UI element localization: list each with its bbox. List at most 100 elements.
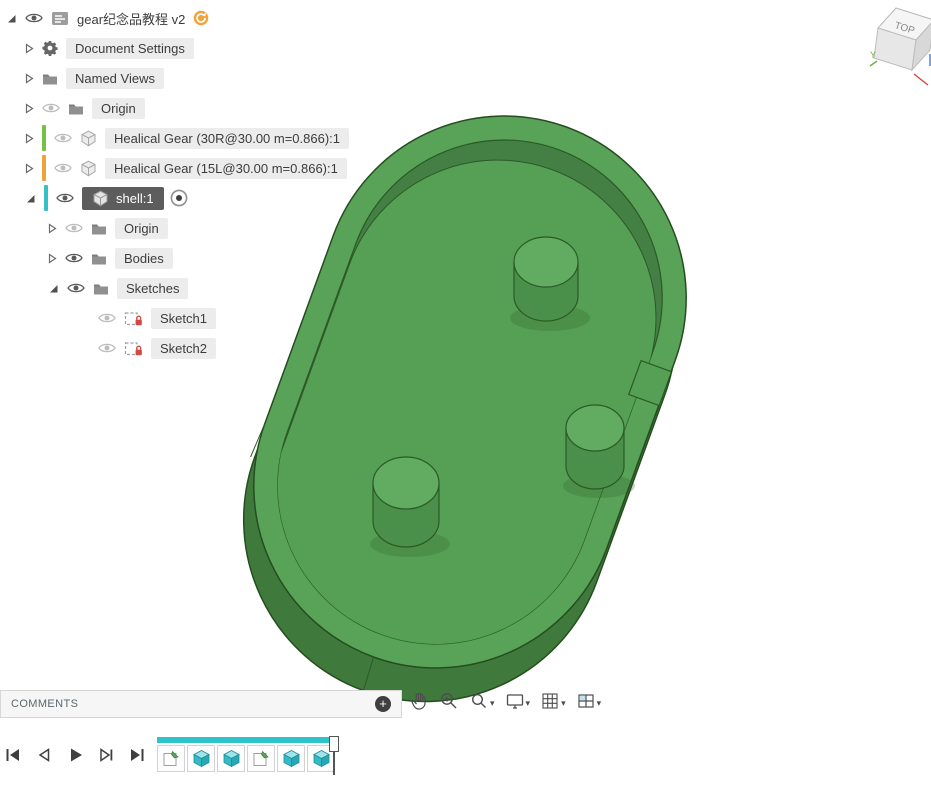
gear-icon	[42, 40, 58, 56]
eye-off-icon[interactable]	[42, 102, 60, 114]
timeline-feature-strip	[157, 745, 337, 772]
zoom-fit-icon	[469, 691, 489, 716]
timeline-playhead-handle[interactable]	[329, 736, 339, 752]
component-color-bar	[44, 185, 48, 211]
eye-off-icon[interactable]	[54, 162, 72, 174]
document-icon	[51, 11, 69, 26]
chevron-right-icon[interactable]	[48, 223, 57, 234]
pan-hand-icon	[409, 691, 429, 716]
component-icon	[80, 160, 97, 177]
chevron-down-icon[interactable]: ▾	[526, 698, 531, 709]
go-to-end-button[interactable]	[126, 744, 148, 766]
browser-row-bodies[interactable]: Bodies	[0, 243, 173, 273]
boss-cylinder-left[interactable]	[373, 457, 439, 547]
eye-icon[interactable]	[56, 192, 74, 204]
boss-cylinder-right[interactable]	[566, 405, 624, 489]
add-comment-icon[interactable]: +	[375, 696, 391, 712]
timeline-playback-controls	[2, 744, 148, 766]
timeline-item-sketch[interactable]	[157, 745, 185, 772]
grid-icon	[540, 691, 560, 716]
zoom-in-button[interactable]	[436, 689, 462, 718]
browser-row-shell-origin[interactable]: Origin	[0, 213, 168, 243]
viewcube-y-axis-label: Y	[870, 50, 876, 60]
timeline-active-range-bar[interactable]	[157, 737, 333, 743]
expand-arrow-icon[interactable]	[25, 193, 36, 204]
browser-row-named-views[interactable]: Named Views	[0, 63, 164, 93]
browser-row-gear-15l[interactable]: Healical Gear (15L@30.00 m=0.866):1	[0, 153, 347, 183]
row-label[interactable]: Origin	[115, 218, 168, 239]
expand-arrow-icon[interactable]	[48, 283, 59, 294]
viewcube[interactable]: TOP Y	[868, 0, 931, 92]
timeline-item-sketch[interactable]	[247, 745, 275, 772]
sketch-locked-icon	[124, 310, 143, 327]
row-label[interactable]: Sketches	[117, 278, 188, 299]
viewports-button[interactable]: ▾	[573, 689, 605, 718]
display-settings-icon	[505, 691, 525, 716]
row-label[interactable]: shell:1	[116, 191, 154, 206]
row-label[interactable]: Bodies	[115, 248, 173, 269]
timeline-item-extrude[interactable]	[217, 745, 245, 772]
row-label[interactable]: Named Views	[66, 68, 164, 89]
eye-off-icon[interactable]	[98, 312, 116, 324]
browser-row-origin[interactable]: Origin	[0, 93, 145, 123]
chevron-right-icon[interactable]	[25, 43, 34, 54]
browser-row-sketch2[interactable]: Sketch2	[0, 333, 216, 363]
next-feature-button[interactable]	[95, 744, 117, 766]
folder-icon	[91, 222, 107, 235]
folder-icon	[68, 102, 84, 115]
eye-off-icon[interactable]	[98, 342, 116, 354]
eye-icon[interactable]	[67, 282, 85, 294]
navigation-toolbar: ▾ ▾ ▾ ▾	[406, 689, 604, 717]
comments-label[interactable]: COMMENTS	[11, 698, 375, 710]
activate-component-radio[interactable]	[170, 189, 188, 207]
eye-off-icon[interactable]	[65, 222, 83, 234]
browser-row-shell[interactable]: shell:1	[0, 183, 196, 213]
viewcube-x-axis-line	[914, 74, 928, 85]
folder-icon	[93, 282, 109, 295]
chevron-right-icon[interactable]	[25, 133, 34, 144]
chevron-right-icon[interactable]	[48, 253, 57, 264]
timeline-item-extrude[interactable]	[277, 745, 305, 772]
browser-row-gear-30r[interactable]: Healical Gear (30R@30.00 m=0.866):1	[0, 123, 349, 153]
boss-cylinder-top[interactable]	[514, 237, 578, 321]
unsaved-sync-badge-icon[interactable]	[193, 10, 209, 26]
display-settings-button[interactable]: ▾	[502, 689, 534, 718]
browser-row-sketch1[interactable]: Sketch1	[0, 303, 216, 333]
row-label[interactable]: Healical Gear (30R@30.00 m=0.866):1	[105, 128, 349, 149]
chevron-right-icon[interactable]	[25, 73, 34, 84]
previous-feature-button[interactable]	[33, 744, 55, 766]
eye-icon[interactable]	[25, 12, 43, 24]
chevron-right-icon[interactable]	[25, 103, 34, 114]
selected-component[interactable]: shell:1	[82, 187, 164, 210]
chevron-down-icon[interactable]: ▾	[490, 698, 495, 709]
expand-arrow-icon[interactable]	[6, 13, 17, 24]
browser-row-document-settings[interactable]: Document Settings	[0, 33, 194, 63]
grid-snap-button[interactable]: ▾	[537, 689, 569, 718]
folder-icon	[91, 252, 107, 265]
chevron-right-icon[interactable]	[25, 163, 34, 174]
comments-bar[interactable]: COMMENTS +	[0, 690, 402, 718]
component-color-bar	[42, 125, 46, 151]
document-title[interactable]: gear纪念品教程 v2	[77, 9, 185, 28]
eye-off-icon[interactable]	[54, 132, 72, 144]
timeline-item-extrude[interactable]	[187, 745, 215, 772]
row-label[interactable]: Healical Gear (15L@30.00 m=0.866):1	[105, 158, 347, 179]
chevron-down-icon[interactable]: ▾	[597, 698, 602, 709]
pan-button[interactable]	[406, 689, 432, 718]
zoom-fit-button[interactable]: ▾	[466, 689, 498, 718]
viewcube-y-axis-line	[870, 61, 877, 66]
component-icon	[80, 130, 97, 147]
row-label[interactable]: Origin	[92, 98, 145, 119]
browser-row-root[interactable]: gear纪念品教程 v2	[0, 3, 217, 33]
browser-row-sketches[interactable]: Sketches	[0, 273, 188, 303]
component-color-bar	[42, 155, 46, 181]
chevron-down-icon[interactable]: ▾	[561, 698, 566, 709]
play-button[interactable]	[64, 744, 86, 766]
go-to-start-button[interactable]	[2, 744, 24, 766]
zoom-in-icon	[439, 691, 459, 716]
eye-icon[interactable]	[65, 252, 83, 264]
row-label[interactable]: Sketch1	[151, 308, 216, 329]
row-label[interactable]: Sketch2	[151, 338, 216, 359]
viewports-icon	[576, 691, 596, 716]
row-label[interactable]: Document Settings	[66, 38, 194, 59]
